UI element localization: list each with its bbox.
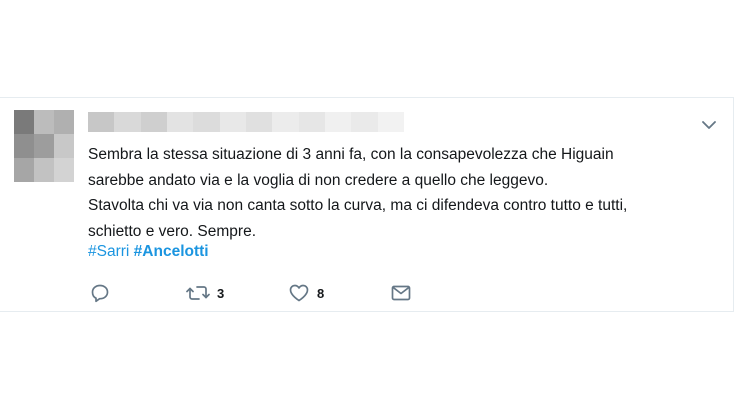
chevron-down-icon[interactable] bbox=[697, 116, 721, 134]
hashtag-sarri[interactable]: #Sarri bbox=[88, 243, 129, 260]
tweet-actions: 3 8 bbox=[88, 281, 428, 305]
like-button[interactable]: 8 bbox=[288, 281, 324, 305]
avatar[interactable] bbox=[14, 110, 74, 182]
page: Sembra la stessa situazione di 3 anni fa… bbox=[0, 0, 736, 409]
hashtag-ancelotti[interactable]: #Ancelotti bbox=[134, 243, 209, 260]
retweet-icon bbox=[186, 283, 210, 303]
retweet-count: 3 bbox=[217, 285, 225, 301]
tweet-text: Sembra la stessa situazione di 3 anni fa… bbox=[88, 146, 628, 240]
like-count: 8 bbox=[317, 285, 325, 301]
tweet-card[interactable]: Sembra la stessa situazione di 3 anni fa… bbox=[0, 97, 734, 312]
reply-button[interactable] bbox=[90, 281, 110, 305]
direct-message-button[interactable] bbox=[390, 281, 412, 305]
reply-icon bbox=[90, 283, 110, 303]
hashtags: #Sarri #Ancelotti bbox=[88, 241, 209, 263]
author-name-blurred[interactable] bbox=[88, 112, 404, 132]
heart-icon bbox=[288, 283, 310, 303]
envelope-icon bbox=[390, 283, 412, 303]
retweet-button[interactable]: 3 bbox=[186, 281, 224, 305]
